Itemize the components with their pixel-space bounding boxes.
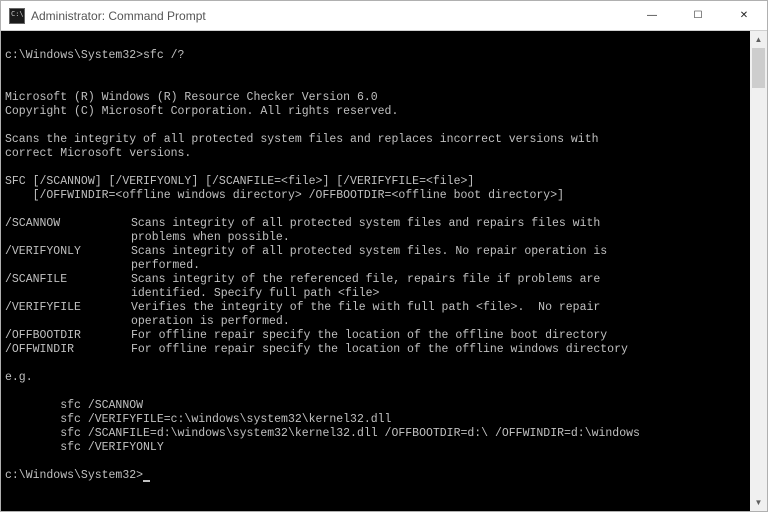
example-line: sfc /SCANNOW <box>5 399 143 412</box>
option-switch: /SCANNOW <box>5 217 131 245</box>
scroll-thumb[interactable] <box>752 48 765 88</box>
maximize-button[interactable]: ☐ <box>675 1 721 31</box>
option-description: For offline repair specify the location … <box>131 343 748 357</box>
description-line: correct Microsoft versions. <box>5 147 191 160</box>
option-switch: /VERIFYFILE <box>5 301 131 329</box>
examples-heading: e.g. <box>5 371 33 384</box>
option-row: /VERIFYFILEVerifies the integrity of the… <box>5 301 748 329</box>
option-row: /VERIFYONLYScans integrity of all protec… <box>5 245 748 273</box>
window-title: Administrator: Command Prompt <box>31 9 206 23</box>
scroll-track[interactable] <box>750 48 767 494</box>
cursor <box>143 480 150 482</box>
example-line: sfc /SCANFILE=d:\windows\system32\kernel… <box>5 427 640 440</box>
terminal-area: c:\Windows\System32>sfc /? Microsoft (R)… <box>1 31 767 511</box>
option-row: /OFFWINDIRFor offline repair specify the… <box>5 343 748 357</box>
titlebar[interactable]: Administrator: Command Prompt — ☐ ✕ <box>1 1 767 31</box>
scroll-down-button[interactable]: ▼ <box>750 494 767 511</box>
option-description: For offline repair specify the location … <box>131 329 748 343</box>
option-row: /OFFBOOTDIRFor offline repair specify th… <box>5 329 748 343</box>
example-line: sfc /VERIFYONLY <box>5 441 164 454</box>
option-switch: /OFFWINDIR <box>5 343 131 357</box>
option-description: Verifies the integrity of the file with … <box>131 301 748 329</box>
option-description: Scans integrity of all protected system … <box>131 245 748 273</box>
minimize-button[interactable]: — <box>629 1 675 31</box>
option-description: Scans integrity of all protected system … <box>131 217 748 245</box>
description-line: Scans the integrity of all protected sys… <box>5 133 599 146</box>
cmd-icon <box>9 8 25 24</box>
prompt-command: sfc /? <box>143 49 184 63</box>
option-switch: /VERIFYONLY <box>5 245 131 273</box>
terminal-output[interactable]: c:\Windows\System32>sfc /? Microsoft (R)… <box>1 31 750 511</box>
header-copyright: Copyright (C) Microsoft Corporation. All… <box>5 105 398 118</box>
option-row: /SCANFILEScans integrity of the referenc… <box>5 273 748 301</box>
close-button[interactable]: ✕ <box>721 1 767 31</box>
command-prompt-window: Administrator: Command Prompt — ☐ ✕ c:\W… <box>0 0 768 512</box>
vertical-scrollbar[interactable]: ▲ ▼ <box>750 31 767 511</box>
prompt-cwd: c:\Windows\System32> <box>5 49 143 63</box>
usage-line: [/OFFWINDIR=<offline windows directory> … <box>5 189 564 202</box>
header-product: Microsoft (R) Windows (R) Resource Check… <box>5 91 378 104</box>
option-description: Scans integrity of the referenced file, … <box>131 273 748 301</box>
prompt-cwd: c:\Windows\System32> <box>5 469 143 483</box>
option-row: /SCANNOWScans integrity of all protected… <box>5 217 748 245</box>
options-table: /SCANNOWScans integrity of all protected… <box>5 217 748 357</box>
option-switch: /OFFBOOTDIR <box>5 329 131 343</box>
example-line: sfc /VERIFYFILE=c:\windows\system32\kern… <box>5 413 391 426</box>
usage-line: SFC [/SCANNOW] [/VERIFYONLY] [/SCANFILE=… <box>5 175 474 188</box>
option-switch: /SCANFILE <box>5 273 131 301</box>
scroll-up-button[interactable]: ▲ <box>750 31 767 48</box>
